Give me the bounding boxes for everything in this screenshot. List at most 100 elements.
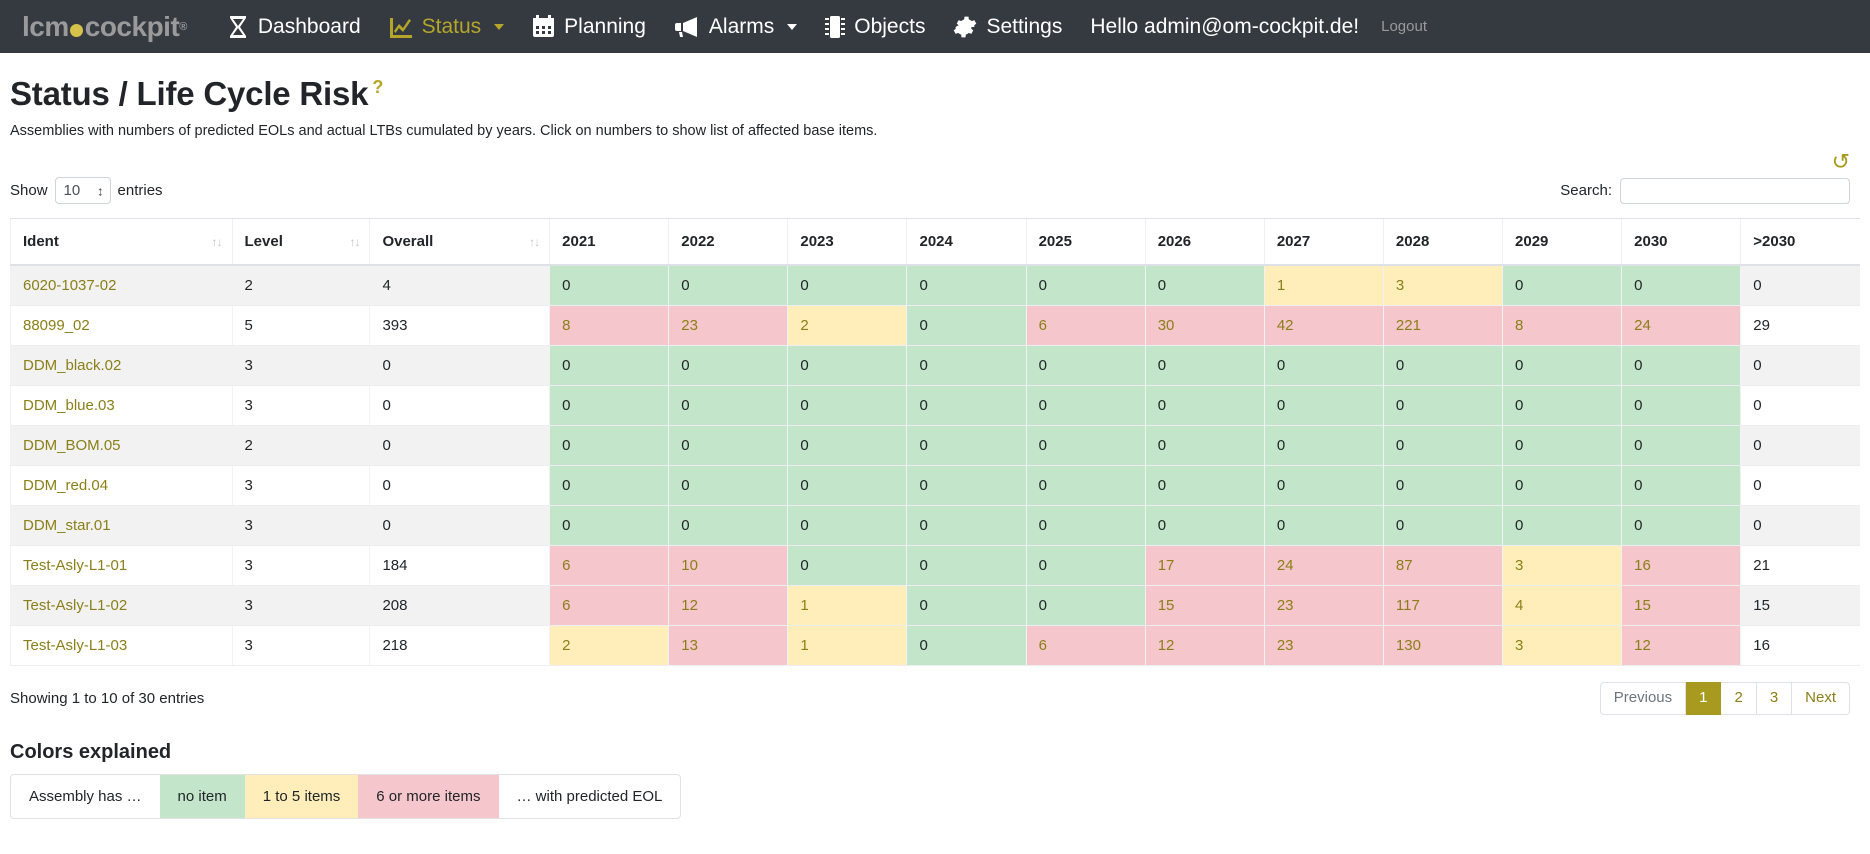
column-header-2023[interactable]: 2023	[788, 219, 907, 266]
column-header-2022[interactable]: 2022	[669, 219, 788, 266]
ident-link[interactable]: Test-Asly-L1-02	[23, 597, 127, 614]
cell-year-2029[interactable]: 3	[1503, 546, 1622, 586]
column-header-2030[interactable]: >2030	[1741, 219, 1860, 266]
column-header-2029[interactable]: 2029	[1503, 219, 1622, 266]
year-count-link[interactable]: 6	[562, 557, 570, 574]
sort-arrows-icon[interactable]: ↑↓	[212, 235, 222, 249]
year-count-link[interactable]: 2	[562, 637, 570, 654]
ident-link[interactable]: 88099_02	[23, 317, 90, 334]
year-count-link[interactable]: 13	[681, 637, 698, 654]
year-count-link[interactable]: 6	[1039, 317, 1047, 334]
year-count-link[interactable]: 8	[1515, 317, 1523, 334]
nav-item-planning[interactable]: Planning	[518, 9, 660, 45]
cell-year-2026[interactable]: 15	[1145, 586, 1264, 626]
ident-link[interactable]: Test-Asly-L1-03	[23, 637, 127, 654]
year-count-link[interactable]: 10	[681, 557, 698, 574]
year-count-link[interactable]: 8	[562, 317, 570, 334]
cell-year-2026[interactable]: 17	[1145, 546, 1264, 586]
year-count-link[interactable]: 23	[1277, 597, 1294, 614]
cell-year-2021[interactable]: 2	[550, 626, 669, 666]
sort-arrows-icon[interactable]: ↑↓	[349, 235, 359, 249]
ident-link[interactable]: DDM_BOM.05	[23, 437, 121, 454]
cell-year-2022[interactable]: 13	[669, 626, 788, 666]
year-count-link[interactable]: 30	[1158, 317, 1175, 334]
nav-item-status[interactable]: Status	[375, 9, 519, 45]
column-header-ident[interactable]: Ident↑↓	[11, 219, 233, 266]
column-header-2025[interactable]: 2025	[1026, 219, 1145, 266]
cell-year-2029[interactable]: 8	[1503, 306, 1622, 346]
year-count-link[interactable]: 24	[1277, 557, 1294, 574]
nav-item-objects[interactable]: Objects	[811, 9, 939, 45]
year-count-link[interactable]: 117	[1396, 597, 1420, 614]
cell-year-2027[interactable]: 23	[1264, 626, 1383, 666]
column-header-2027[interactable]: 2027	[1264, 219, 1383, 266]
cell-year-2028[interactable]: 87	[1383, 546, 1502, 586]
year-count-link[interactable]: 16	[1634, 557, 1651, 574]
cell-year-2022[interactable]: 10	[669, 546, 788, 586]
year-count-link[interactable]: 221	[1396, 317, 1421, 334]
cell-year-2028[interactable]: 117	[1383, 586, 1502, 626]
year-count-link[interactable]: 87	[1396, 557, 1413, 574]
year-count-link[interactable]: 2	[800, 317, 808, 334]
column-header-overall[interactable]: Overall↑↓	[370, 219, 550, 266]
year-count-link[interactable]: 24	[1634, 317, 1651, 334]
column-header-level[interactable]: Level↑↓	[232, 219, 370, 266]
cell-year-2028[interactable]: 221	[1383, 306, 1502, 346]
cell-year-2027[interactable]: 42	[1264, 306, 1383, 346]
cell-year-2030[interactable]: 12	[1622, 626, 1741, 666]
cell-year-2029[interactable]: 4	[1503, 586, 1622, 626]
cell-year-2021[interactable]: 8	[550, 306, 669, 346]
year-count-link[interactable]: 1	[1277, 277, 1285, 294]
year-count-link[interactable]: 1	[800, 637, 808, 654]
nav-item-settings[interactable]: Settings	[939, 9, 1076, 45]
nav-item-dashboard[interactable]: Dashboard	[213, 9, 375, 45]
year-count-link[interactable]: 12	[1634, 637, 1651, 654]
pagination-button-previous[interactable]: Previous	[1600, 682, 1686, 715]
reset-table-icon[interactable]: ↺	[1832, 151, 1850, 171]
pagination-button-2[interactable]: 2	[1721, 682, 1756, 715]
year-count-link[interactable]: 3	[1396, 277, 1404, 294]
cell-year-2029[interactable]: 3	[1503, 626, 1622, 666]
year-count-link[interactable]: 4	[1515, 597, 1523, 614]
cell-year-2021[interactable]: 6	[550, 586, 669, 626]
cell-year-2023[interactable]: 1	[788, 626, 907, 666]
year-count-link[interactable]: 23	[1277, 637, 1294, 654]
cell-year-2028[interactable]: 3	[1383, 265, 1502, 306]
year-count-link[interactable]: 3	[1515, 637, 1523, 654]
brand-logo[interactable]: lcm cockpit ®	[22, 11, 187, 43]
cell-year-2028[interactable]: 130	[1383, 626, 1502, 666]
ident-link[interactable]: DDM_red.04	[23, 477, 108, 494]
year-count-link[interactable]: 6	[562, 597, 570, 614]
cell-year-2026[interactable]: 30	[1145, 306, 1264, 346]
ident-link[interactable]: DDM_black.02	[23, 357, 121, 374]
cell-year-2030[interactable]: 24	[1622, 306, 1741, 346]
cell-year-2022[interactable]: 23	[669, 306, 788, 346]
cell-year-2022[interactable]: 12	[669, 586, 788, 626]
column-header-2024[interactable]: 2024	[907, 219, 1026, 266]
year-count-link[interactable]: 42	[1277, 317, 1294, 334]
year-count-link[interactable]: 12	[1158, 637, 1175, 654]
cell-year-2027[interactable]: 1	[1264, 265, 1383, 306]
logout-link[interactable]: Logout	[1381, 18, 1427, 35]
pagination-button-next[interactable]: Next	[1792, 682, 1850, 715]
cell-year-2026[interactable]: 12	[1145, 626, 1264, 666]
column-header-2028[interactable]: 2028	[1383, 219, 1502, 266]
ident-link[interactable]: DDM_blue.03	[23, 397, 115, 414]
year-count-link[interactable]: 23	[681, 317, 698, 334]
year-count-link[interactable]: 1	[800, 597, 808, 614]
cell-year-2023[interactable]: 2	[788, 306, 907, 346]
pagination-button-3[interactable]: 3	[1757, 682, 1792, 715]
year-count-link[interactable]: 15	[1158, 597, 1175, 614]
ident-link[interactable]: 6020-1037-02	[23, 277, 116, 294]
year-count-link[interactable]: 12	[681, 597, 698, 614]
cell-year-2021[interactable]: 6	[550, 546, 669, 586]
sort-arrows-icon[interactable]: ↑↓	[529, 235, 539, 249]
ident-link[interactable]: DDM_star.01	[23, 517, 111, 534]
column-header-2026[interactable]: 2026	[1145, 219, 1264, 266]
cell-year-2025[interactable]: 6	[1026, 626, 1145, 666]
page-length-select[interactable]: 10	[55, 177, 111, 204]
cell-year-2025[interactable]: 6	[1026, 306, 1145, 346]
help-icon[interactable]: ?	[372, 77, 383, 97]
column-header-2021[interactable]: 2021	[550, 219, 669, 266]
column-header-2030[interactable]: 2030	[1622, 219, 1741, 266]
